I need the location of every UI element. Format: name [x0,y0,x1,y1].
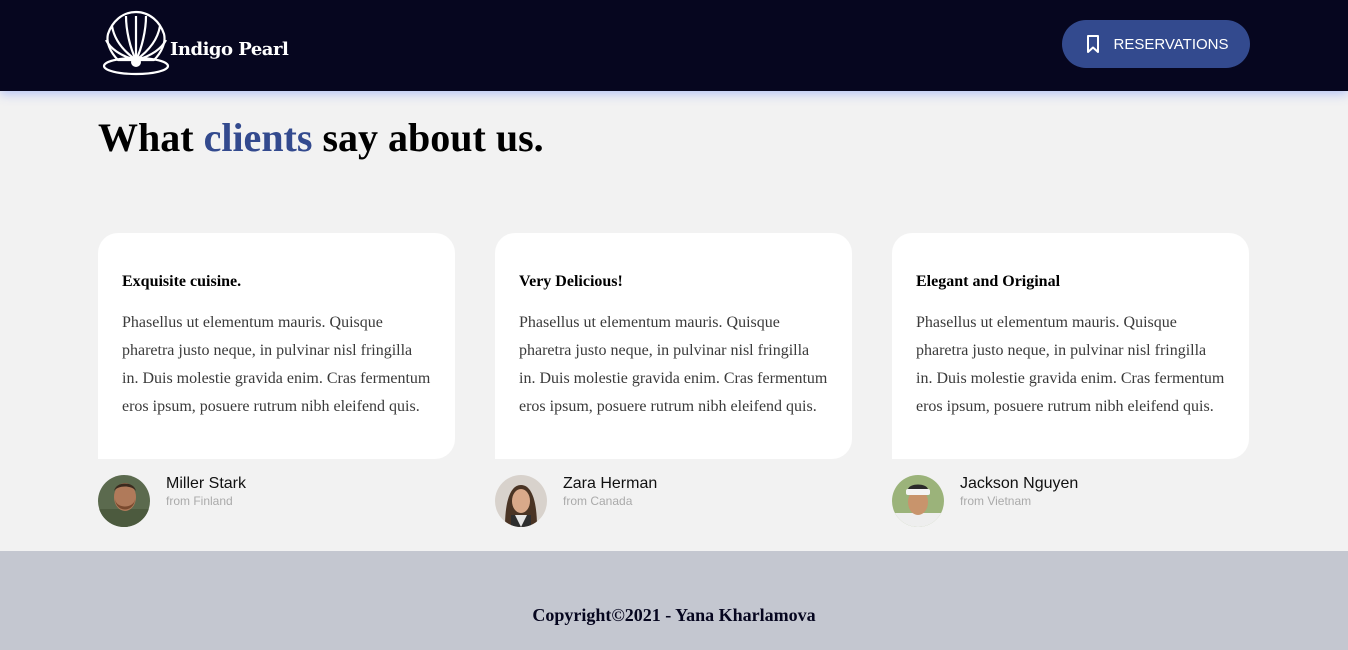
testimonial-card: Exquisite cuisine. Phasellus ut elementu… [98,233,455,459]
author-name: Miller Stark [166,475,247,492]
reservations-label: RESERVATIONS [1113,35,1229,53]
shell-icon[interactable] [100,8,172,76]
avatar [495,475,547,527]
brand-name[interactable]: Indigo Pearl [170,39,289,60]
copyright-text: Copyright©2021 - Yana Kharlamova [532,605,816,625]
testimonial-title: Exquisite cuisine. [122,273,242,290]
author-name: Zara Herman [563,475,658,492]
testimonial-author: Miller Stark from Finland [98,475,398,529]
avatar [98,475,150,527]
testimonial-text: Phasellus ut elementum mauris. Quisque p… [122,314,431,415]
testimonial-author: Jackson Nguyen from Vietnam [892,475,1192,529]
title-part-2: say about us. [322,115,544,160]
testimonial-card: Elegant and Original Phasellus ut elemen… [892,233,1249,459]
author-origin: from Finland [166,494,233,508]
bookmark-icon [1087,35,1100,53]
site-header: Indigo Pearl RESERVATIONS [0,0,1348,91]
author-origin: from Vietnam [960,494,1032,508]
author-origin: from Canada [563,494,633,508]
testimonial-author: Zara Herman from Canada [495,475,795,529]
testimonial-text: Phasellus ut elementum mauris. Quisque p… [519,314,828,415]
testimonial-title: Very Delicious! [519,273,623,290]
section-title: What clients say about us. [98,114,544,161]
testimonial-title: Elegant and Original [916,273,1061,290]
title-accent: clients [203,115,313,160]
testimonial-text: Phasellus ut elementum mauris. Quisque p… [916,314,1225,415]
author-name: Jackson Nguyen [960,475,1079,492]
testimonial-card: Very Delicious! Phasellus ut elementum m… [495,233,852,459]
reservations-button[interactable]: RESERVATIONS [1062,20,1250,68]
avatar [892,475,944,527]
site-footer: Copyright©2021 - Yana Kharlamova [0,551,1348,650]
title-part-1: What [98,115,194,160]
